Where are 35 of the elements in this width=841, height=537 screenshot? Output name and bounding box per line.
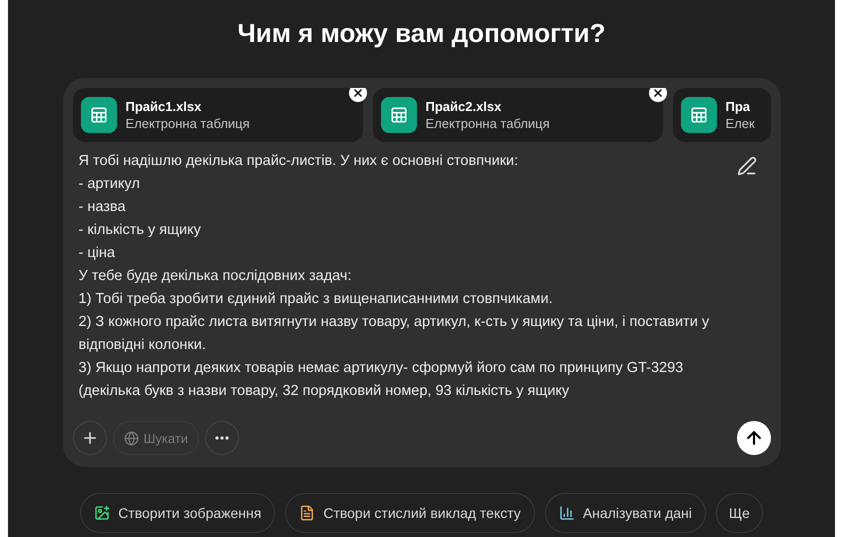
file-name: Пра (726, 99, 752, 114)
globe-icon (124, 430, 138, 446)
message-text: 2) З кожного прайс листа витягнути назву товару, артикул, к-сть у ящику та ціни, і поставити у відповідні колонки. (78, 313, 710, 355)
suggestion-button[interactable]: Створити зображення (80, 493, 276, 533)
message-text: У тебе буде декілька послідовних задач: (78, 267, 352, 286)
close-icon (652, 88, 664, 99)
message-text: - кількість у ящику (78, 221, 202, 240)
spreadsheet-icon (680, 97, 716, 133)
page-heading: Чим я можу вам допомогти? (237, 18, 606, 50)
close-icon (352, 88, 364, 99)
more-options-button[interactable] (205, 421, 240, 455)
spreadsheet-icon (80, 97, 116, 133)
file-name: Прайс1.xlsx (126, 99, 202, 114)
message-text: (декілька букв з назви товару, 32 порядковий номер, 93 кількість у ящику (78, 382, 570, 401)
message-text: - назва (78, 198, 127, 217)
file-name: Прайс2.xlsx (426, 99, 502, 114)
ellipsis-icon (215, 436, 230, 440)
suggestion-button[interactable]: Аналізувати дані (544, 493, 706, 533)
remove-button[interactable] (648, 88, 666, 102)
message-text: - артикул (78, 175, 141, 194)
suggestion-button[interactable]: Створи стислий виклад тексту (285, 493, 535, 533)
file-attachment[interactable]: Пра Елек (672, 88, 770, 142)
message-text: - ціна (78, 244, 116, 263)
message-text: 1) Тобі треба зробити єдиний прайс з вищенаписанними стовпчиками. (78, 290, 554, 309)
send-button[interactable] (736, 421, 770, 455)
file-type: Електронна таблиця (126, 116, 250, 131)
spreadsheet-icon (380, 97, 416, 133)
suggestion-button[interactable]: Ще (716, 493, 763, 533)
file-type: Електронна таблиця (426, 116, 550, 131)
remove-button[interactable] (348, 88, 366, 102)
pencil-icon[interactable] (736, 156, 756, 176)
add-button[interactable] (72, 421, 106, 455)
message-text: Я тобі надішлю декілька прайс-листів. У них є основні стовпчики: (78, 152, 520, 171)
file-type: Елек (726, 116, 755, 131)
message-text: 3) Якщо напроти деяких товарів немає артикулу- сформуй його сам по принципу GT-3293 (78, 359, 684, 378)
